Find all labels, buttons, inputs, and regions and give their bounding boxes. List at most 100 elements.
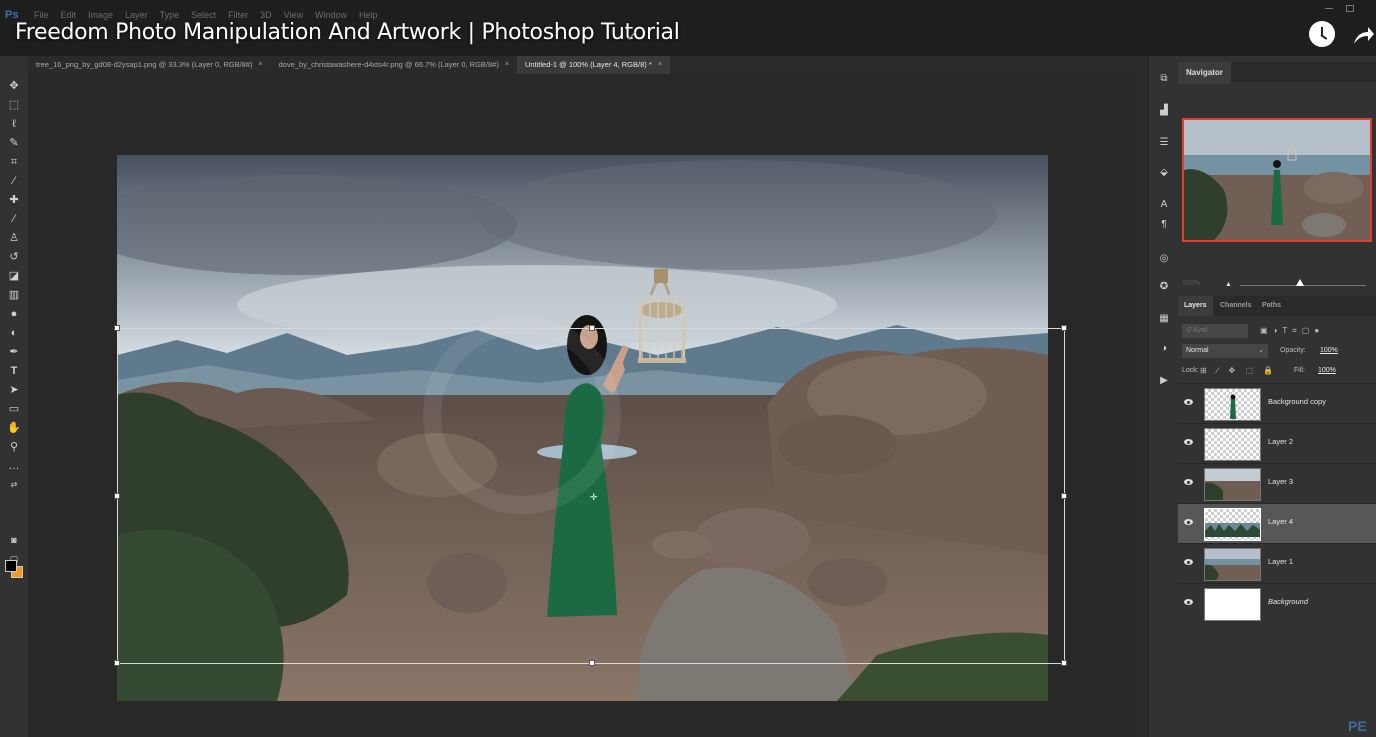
opacity-value[interactable]: 100% bbox=[1320, 344, 1338, 358]
eyedropper-icon[interactable]: ⁄ bbox=[6, 173, 22, 189]
histogram-panel-icon[interactable]: ▟ bbox=[1157, 104, 1171, 118]
filter-type-icons[interactable]: ▣◑T⌗▢● bbox=[1260, 324, 1324, 338]
marquee-icon[interactable]: ⬚ bbox=[6, 97, 22, 113]
zoom-slider-thumb[interactable] bbox=[1296, 279, 1304, 286]
close-icon[interactable]: × bbox=[658, 56, 662, 74]
brush-preset-icon[interactable]: ⬙ bbox=[1157, 166, 1171, 180]
menu-type[interactable]: Type bbox=[160, 10, 180, 20]
channel-badge: PE bbox=[1348, 718, 1367, 734]
zoom-out-icon[interactable]: ▲ bbox=[1225, 281, 1232, 288]
transform-center-icon[interactable]: ✛ bbox=[590, 493, 598, 502]
layer-row-background[interactable]: Background bbox=[1178, 583, 1376, 623]
tab-paths[interactable]: Paths bbox=[1256, 296, 1287, 316]
tab-dove-png[interactable]: dove_by_christawashere-d4xts4r.png @ 66.… bbox=[271, 56, 517, 74]
lock-icons[interactable]: ⊞ ∕ ✥ ⬚ 🔒 bbox=[1200, 364, 1277, 378]
document-tabs: tree_16_png_by_gd08-d2ysap1.png @ 33.3% … bbox=[28, 56, 1136, 74]
menu-layer[interactable]: Layer bbox=[125, 10, 148, 20]
close-icon[interactable]: × bbox=[505, 56, 509, 74]
check-icon: ✓ bbox=[626, 28, 638, 44]
eye-icon[interactable] bbox=[1184, 439, 1193, 445]
eraser-icon[interactable]: ◪ bbox=[6, 268, 22, 284]
dodge-icon[interactable]: ◐ bbox=[6, 325, 22, 341]
transform-handle-right[interactable] bbox=[1061, 493, 1067, 499]
stamp-icon[interactable]: ♙ bbox=[6, 230, 22, 246]
eye-icon[interactable] bbox=[1184, 399, 1193, 405]
quick-select-icon[interactable]: ✎ bbox=[6, 135, 22, 151]
history-panel-icon[interactable]: ⧉ bbox=[1157, 72, 1171, 86]
transform-handle-bottom[interactable] bbox=[589, 660, 595, 666]
transform-handle-bl[interactable] bbox=[114, 660, 120, 666]
more-tools-icon[interactable]: … bbox=[6, 458, 22, 474]
layer-name: Layer 1 bbox=[1268, 557, 1294, 566]
layer-row-layer-3[interactable]: Layer 3 bbox=[1178, 463, 1376, 503]
hand-icon[interactable]: ✋ bbox=[6, 420, 22, 436]
properties-panel-icon[interactable]: ☰ bbox=[1157, 136, 1171, 150]
quick-mask-icon[interactable]: ◙ bbox=[6, 532, 22, 548]
crop-icon[interactable]: ⌗ bbox=[6, 154, 22, 170]
tab-untitled-1[interactable]: Untitled-1 @ 100% (Layer 4, RGB/8) * × bbox=[516, 56, 670, 74]
menu-help[interactable]: Help bbox=[359, 10, 378, 20]
layer-row-layer-1[interactable]: Layer 1 bbox=[1178, 543, 1376, 583]
fill-value[interactable]: 100% bbox=[1318, 364, 1336, 378]
eye-icon[interactable] bbox=[1184, 559, 1193, 565]
path-select-icon[interactable]: ➤ bbox=[6, 382, 22, 398]
blend-mode-select[interactable]: Normal ⌄ bbox=[1182, 344, 1268, 358]
tab-navigator[interactable]: Navigator bbox=[1178, 62, 1231, 84]
transform-handle-tr[interactable] bbox=[1061, 325, 1067, 331]
transform-handle-left[interactable] bbox=[114, 493, 120, 499]
menu-filter[interactable]: Filter bbox=[228, 10, 248, 20]
tab-tree-png[interactable]: tree_16_png_by_gd08-d2ysap1.png @ 33.3% … bbox=[28, 56, 271, 74]
tab-channels[interactable]: Channels bbox=[1214, 296, 1258, 316]
tab-layers[interactable]: Layers bbox=[1178, 296, 1213, 316]
eye-icon[interactable] bbox=[1184, 519, 1193, 525]
brush-icon[interactable]: ∕ bbox=[6, 211, 22, 227]
transform-handle-br[interactable] bbox=[1061, 660, 1067, 666]
transform-handle-top[interactable] bbox=[589, 325, 595, 331]
paragraph-panel-icon[interactable]: ¶ bbox=[1157, 218, 1171, 232]
share-icon[interactable] bbox=[1352, 24, 1374, 46]
pen-icon[interactable]: ✒ bbox=[6, 344, 22, 360]
layer-name: Layer 3 bbox=[1268, 477, 1294, 486]
adjustments-panel-icon[interactable]: ◑ bbox=[1157, 342, 1171, 356]
watch-later-icon[interactable] bbox=[1309, 21, 1335, 47]
actions-panel-icon[interactable]: ▶ bbox=[1157, 374, 1171, 388]
menu-image[interactable]: Image bbox=[88, 10, 113, 20]
3d-panel-icon[interactable]: ✪ bbox=[1157, 280, 1171, 294]
history-brush-icon[interactable]: ↺ bbox=[6, 249, 22, 265]
restore-icon[interactable] bbox=[1346, 5, 1354, 12]
eye-icon[interactable] bbox=[1184, 479, 1193, 485]
layer-row-layer-2[interactable]: Layer 2 bbox=[1178, 423, 1376, 463]
gradient-icon[interactable]: ▥ bbox=[6, 287, 22, 303]
libraries-panel-icon[interactable]: ◎ bbox=[1157, 252, 1171, 266]
menu-edit[interactable]: Edit bbox=[61, 10, 77, 20]
video-title[interactable]: Freedom Photo Manipulation And Artwork |… bbox=[15, 20, 680, 45]
menu-view[interactable]: View bbox=[284, 10, 303, 20]
layer-filter-kind[interactable]: ⚲ Kind bbox=[1182, 324, 1248, 338]
foreground-color-swatch[interactable] bbox=[5, 560, 17, 572]
move-icon[interactable]: ✥ bbox=[6, 78, 22, 94]
menu-file[interactable]: File bbox=[34, 10, 49, 20]
layer-row-background-copy[interactable]: Background copy bbox=[1178, 383, 1376, 423]
menu-select[interactable]: Select bbox=[191, 10, 216, 20]
zoom-value[interactable]: 100% bbox=[1182, 280, 1200, 287]
character-panel-icon[interactable]: A bbox=[1157, 198, 1171, 212]
menu-3d[interactable]: 3D bbox=[260, 10, 272, 20]
layer-thumbnail bbox=[1204, 588, 1261, 621]
healing-icon[interactable]: ✚ bbox=[6, 192, 22, 208]
layer-filter-row: ⚲ Kind ▣◑T⌗▢● bbox=[1182, 324, 1372, 338]
transform-handle-tl[interactable] bbox=[114, 325, 120, 331]
navigator-preview[interactable] bbox=[1182, 118, 1372, 242]
blur-icon[interactable]: ● bbox=[6, 306, 22, 322]
eye-icon[interactable] bbox=[1184, 599, 1193, 605]
layer-row-layer-4[interactable]: Layer 4 bbox=[1178, 503, 1376, 543]
zoom-icon[interactable]: ⚲ bbox=[6, 439, 22, 455]
lasso-icon[interactable]: ℓ bbox=[6, 116, 22, 132]
type-icon[interactable]: T bbox=[6, 363, 22, 379]
minimize-icon[interactable] bbox=[1325, 8, 1333, 9]
close-icon[interactable]: × bbox=[259, 56, 263, 74]
filter-placeholder: Kind bbox=[1193, 327, 1208, 334]
swatches-panel-icon[interactable]: ▦ bbox=[1157, 312, 1171, 326]
rectangle-icon[interactable]: ▭ bbox=[6, 401, 22, 417]
swap-colors-icon[interactable]: ⇄ bbox=[6, 477, 22, 493]
menu-window[interactable]: Window bbox=[315, 10, 347, 20]
